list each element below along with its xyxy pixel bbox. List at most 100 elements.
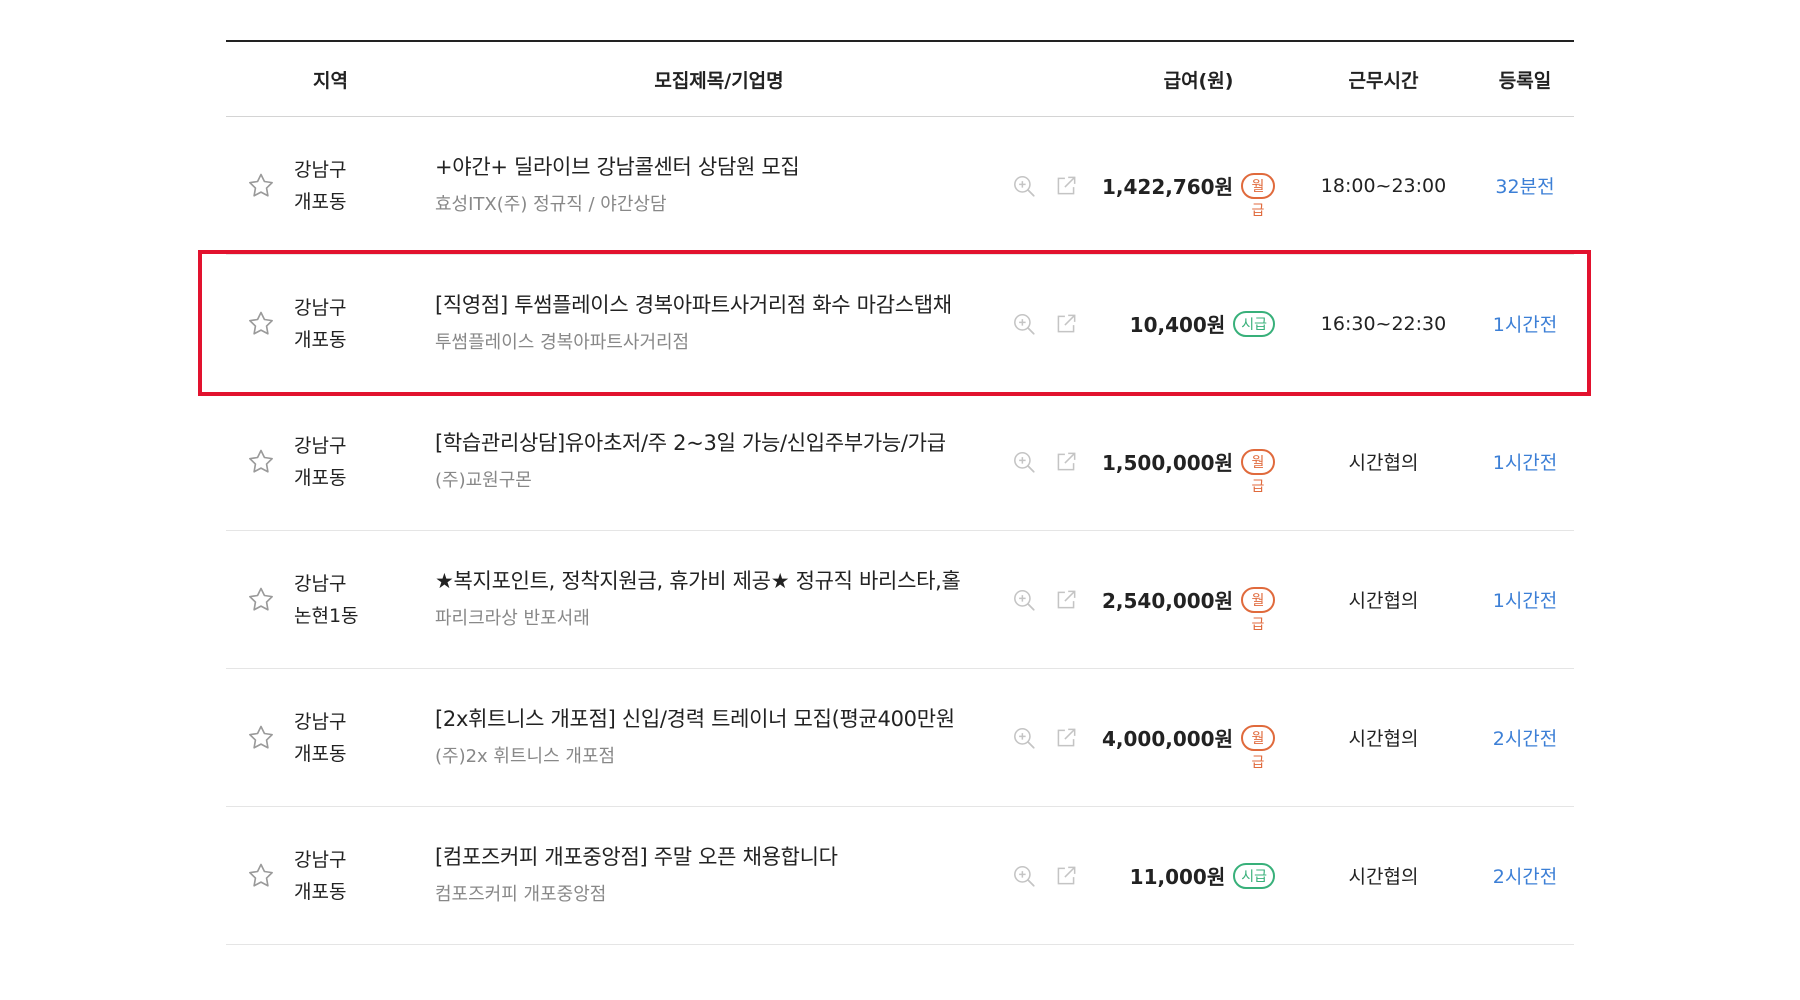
external-link-icon[interactable] bbox=[1053, 725, 1079, 751]
date-cell: 1시간전 bbox=[1476, 310, 1574, 337]
title-cell: ★복지포인트, 정착지원금, 휴가비 제공★ 정규직 바리스타,홀 파리크라상 … bbox=[435, 566, 1003, 634]
table-row-6[interactable]: 강남구 개포동 [컴포즈커피 개포중앙점] 주말 오픈 채용합니다 컴포즈커피 … bbox=[226, 807, 1574, 945]
star-outline-icon[interactable] bbox=[246, 723, 276, 753]
star-outline-icon[interactable] bbox=[246, 171, 276, 201]
row-actions bbox=[1003, 725, 1106, 751]
pay-amount: 1,422,760원 bbox=[1101, 175, 1233, 199]
region-dong: 개포동 bbox=[294, 190, 347, 213]
region-text: 강남구 개포동 bbox=[294, 430, 346, 494]
external-link-icon[interactable] bbox=[1053, 863, 1079, 889]
job-title-link[interactable]: +야간+ 딜라이브 강남콜센터 상담원 모집 bbox=[435, 152, 1003, 182]
region-text: 강남구 개포동 bbox=[294, 706, 346, 770]
region-dong: 개포동 bbox=[294, 880, 347, 903]
region-cell: 강남구 개포동 bbox=[226, 292, 435, 356]
table-row-2[interactable]: 강남구 개포동 [직영점] 투썸플레이스 경복아파트사거리점 화수 마감스탭채 … bbox=[226, 255, 1574, 393]
title-cell: [학습관리상담]유아초저/주 2~3일 가능/신입주부가능/가급 (주)교원구몬 bbox=[435, 428, 1003, 496]
row-actions bbox=[1003, 173, 1106, 199]
hours-cell: 16:30~22:30 bbox=[1291, 313, 1476, 335]
table-row-3[interactable]: 강남구 개포동 [학습관리상담]유아초저/주 2~3일 가능/신입주부가능/가급… bbox=[226, 393, 1574, 531]
hours-cell: 시간협의 bbox=[1291, 724, 1476, 751]
date-cell: 2시간전 bbox=[1476, 724, 1574, 751]
zoom-in-icon[interactable] bbox=[1011, 311, 1037, 337]
title-cell: [직영점] 투썸플레이스 경복아파트사거리점 화수 마감스탭채 투썸플레이스 경… bbox=[435, 290, 1003, 358]
company-name-link[interactable]: 파리크라상 반포서래 bbox=[435, 604, 1003, 634]
work-hours: 시간협의 bbox=[1348, 728, 1419, 750]
work-hours: 시간협의 bbox=[1348, 590, 1419, 612]
company-name-link[interactable]: (주)2x 휘트니스 개포점 bbox=[435, 742, 1003, 772]
table-body: 강남구 개포동 +야간+ 딜라이브 강남콜센터 상담원 모집 효성ITX(주) … bbox=[226, 117, 1574, 945]
region-dong: 논현1동 bbox=[294, 604, 359, 627]
date-cell: 1시간전 bbox=[1476, 448, 1574, 475]
region-gu: 강남구 bbox=[294, 848, 347, 871]
external-link-icon[interactable] bbox=[1053, 449, 1079, 475]
date-cell: 32분전 bbox=[1476, 172, 1574, 199]
registered-date[interactable]: 1시간전 bbox=[1493, 314, 1558, 336]
external-link-icon[interactable] bbox=[1053, 173, 1079, 199]
zoom-in-icon[interactable] bbox=[1011, 173, 1037, 199]
company-name-link[interactable]: 투썸플레이스 경복아파트사거리점 bbox=[435, 328, 1003, 358]
job-title-link[interactable]: [2x휘트니스 개포점] 신입/경력 트레이너 모집(평균400만원 bbox=[435, 704, 1003, 734]
star-outline-icon[interactable] bbox=[246, 309, 276, 339]
region-text: 강남구 논현1동 bbox=[294, 568, 359, 632]
title-cell: [컴포즈커피 개포중앙점] 주말 오픈 채용합니다 컴포즈커피 개포중앙점 bbox=[435, 842, 1003, 910]
job-listing-table: 지역 모집제목/기업명 급여(원) 근무시간 등록일 강남구 개포동 +야간+ … bbox=[226, 40, 1574, 945]
star-outline-icon[interactable] bbox=[246, 585, 276, 615]
region-dong: 개포동 bbox=[294, 328, 347, 351]
region-text: 강남구 개포동 bbox=[294, 844, 346, 908]
row-actions bbox=[1003, 863, 1106, 889]
company-name-link[interactable]: (주)교원구몬 bbox=[435, 466, 1003, 496]
hours-cell: 시간협의 bbox=[1291, 586, 1476, 613]
row-actions bbox=[1003, 449, 1106, 475]
pay-cell: 1,500,000원 월급 bbox=[1102, 447, 1291, 495]
hours-cell: 시간협의 bbox=[1291, 862, 1476, 889]
title-cell: +야간+ 딜라이브 강남콜센터 상담원 모집 효성ITX(주) 정규직 / 야간… bbox=[435, 152, 1003, 220]
registered-date[interactable]: 32분전 bbox=[1495, 176, 1554, 198]
zoom-in-icon[interactable] bbox=[1011, 449, 1037, 475]
zoom-in-icon[interactable] bbox=[1011, 863, 1037, 889]
job-title-link[interactable]: [컴포즈커피 개포중앙점] 주말 오픈 채용합니다 bbox=[435, 842, 1003, 872]
region-gu: 강남구 bbox=[294, 296, 347, 319]
pay-type-badge: 월급 bbox=[1241, 172, 1275, 219]
region-cell: 강남구 개포동 bbox=[226, 706, 435, 770]
company-name-link[interactable]: 효성ITX(주) 정규직 / 야간상담 bbox=[435, 190, 1003, 220]
table-header: 지역 모집제목/기업명 급여(원) 근무시간 등록일 bbox=[226, 42, 1574, 117]
registered-date[interactable]: 1시간전 bbox=[1493, 590, 1558, 612]
job-title-link[interactable]: ★복지포인트, 정착지원금, 휴가비 제공★ 정규직 바리스타,홀 bbox=[435, 566, 1003, 596]
job-title-link[interactable]: [학습관리상담]유아초저/주 2~3일 가능/신입주부가능/가급 bbox=[435, 428, 1003, 458]
external-link-icon[interactable] bbox=[1053, 311, 1079, 337]
date-cell: 2시간전 bbox=[1476, 862, 1574, 889]
hours-cell: 시간협의 bbox=[1291, 448, 1476, 475]
table-row-4[interactable]: 강남구 논현1동 ★복지포인트, 정착지원금, 휴가비 제공★ 정규직 바리스타… bbox=[226, 531, 1574, 669]
job-title-link[interactable]: [직영점] 투썸플레이스 경복아파트사거리점 화수 마감스탭채 bbox=[435, 290, 1003, 320]
pay-cell: 11,000원 시급 bbox=[1106, 861, 1291, 890]
region-gu: 강남구 bbox=[294, 572, 347, 595]
header-pay: 급여(원) bbox=[1163, 69, 1234, 92]
header-hours: 근무시간 bbox=[1348, 69, 1419, 92]
star-outline-icon[interactable] bbox=[246, 861, 276, 891]
region-cell: 강남구 개포동 bbox=[226, 844, 435, 908]
star-outline-icon[interactable] bbox=[246, 447, 276, 477]
external-link-icon[interactable] bbox=[1053, 587, 1079, 613]
table-row-5[interactable]: 강남구 개포동 [2x휘트니스 개포점] 신입/경력 트레이너 모집(평균400… bbox=[226, 669, 1574, 807]
company-name-link[interactable]: 컴포즈커피 개포중앙점 bbox=[435, 880, 1003, 910]
header-title: 모집제목/기업명 bbox=[654, 69, 784, 92]
registered-date[interactable]: 1시간전 bbox=[1493, 452, 1558, 474]
region-text: 강남구 개포동 bbox=[294, 292, 346, 356]
pay-cell: 1,422,760원 월급 bbox=[1102, 171, 1291, 219]
pay-type-badge: 월급 bbox=[1241, 724, 1275, 771]
pay-amount: 10,400원 bbox=[1129, 313, 1226, 337]
work-hours: 18:00~23:00 bbox=[1320, 174, 1447, 197]
zoom-in-icon[interactable] bbox=[1011, 587, 1037, 613]
registered-date[interactable]: 2시간전 bbox=[1493, 866, 1558, 888]
zoom-in-icon[interactable] bbox=[1011, 725, 1037, 751]
region-gu: 강남구 bbox=[294, 158, 347, 181]
work-hours: 시간협의 bbox=[1348, 452, 1419, 474]
table-row-1[interactable]: 강남구 개포동 +야간+ 딜라이브 강남콜센터 상담원 모집 효성ITX(주) … bbox=[226, 117, 1574, 255]
pay-type-badge: 월급 bbox=[1241, 448, 1275, 495]
region-cell: 강남구 논현1동 bbox=[226, 568, 435, 632]
region-text: 강남구 개포동 bbox=[294, 154, 346, 218]
pay-type-badge: 시급 bbox=[1233, 310, 1275, 337]
region-dong: 개포동 bbox=[294, 742, 347, 765]
registered-date[interactable]: 2시간전 bbox=[1493, 728, 1558, 750]
region-gu: 강남구 bbox=[294, 434, 347, 457]
